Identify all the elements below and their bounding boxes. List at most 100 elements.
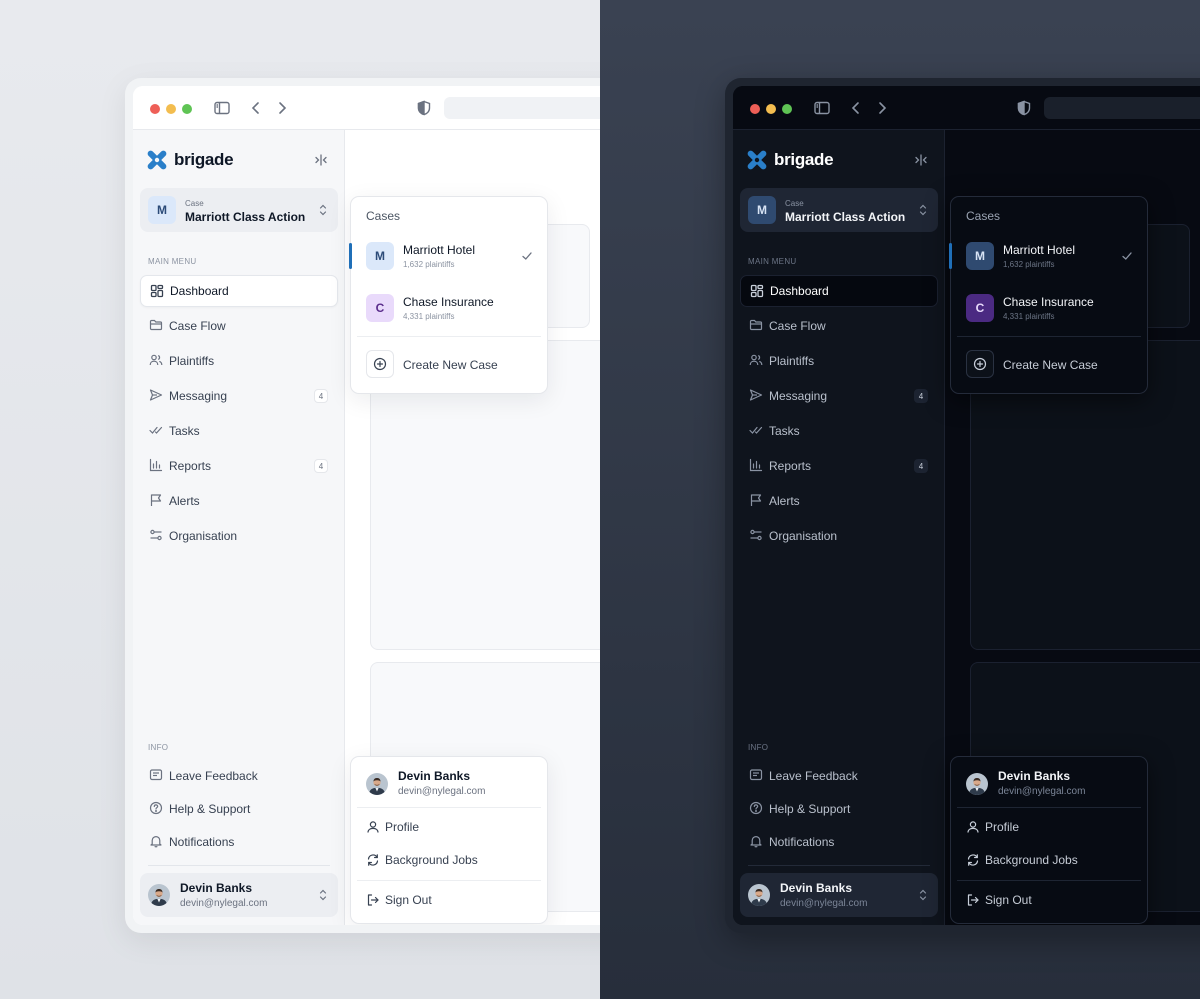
info-item-leave-feedback[interactable]: Leave Feedback xyxy=(740,760,938,792)
nav-item-messaging[interactable]: Messaging 4 xyxy=(140,380,338,412)
users-icon xyxy=(149,353,163,367)
case-option-count: 1,632 plaintiffs xyxy=(403,260,455,269)
case-option-chase-insurance[interactable]: C Chase Insurance 4,331 plaintiffs xyxy=(957,285,1143,331)
chevron-up-down-icon xyxy=(318,888,328,902)
check-icon xyxy=(1121,250,1133,262)
brand-logo[interactable]: brigade xyxy=(146,149,234,171)
refresh-icon xyxy=(966,853,980,867)
user-selector[interactable]: Devin Banks devin@nylegal.com xyxy=(140,873,338,917)
back-arrow-icon[interactable] xyxy=(847,99,865,117)
menu-item-label: Profile xyxy=(385,820,420,834)
sidebar: brigade M Case Marriott Class Action MAI… xyxy=(733,130,945,925)
minimize-window-button[interactable] xyxy=(766,104,776,114)
menu-item-sign-out[interactable]: Sign Out xyxy=(957,886,1143,914)
nav-label: Tasks xyxy=(169,424,200,438)
popover-divider xyxy=(357,807,541,808)
case-option-count: 1,632 plaintiffs xyxy=(1003,260,1055,269)
case-option-name: Marriott Hotel xyxy=(403,243,476,257)
menu-item-profile[interactable]: Profile xyxy=(957,813,1143,841)
nav-item-plaintiffs[interactable]: Plaintiffs xyxy=(740,345,938,377)
case-selector-label: Case xyxy=(785,199,804,208)
info-item-notifications[interactable]: Notifications xyxy=(140,826,338,858)
case-option-marriott-hotel[interactable]: M Marriott Hotel 1,632 plaintiffs xyxy=(357,233,543,279)
user-selector[interactable]: Devin Banks devin@nylegal.com xyxy=(740,873,938,917)
menu-item-label: Sign Out xyxy=(985,893,1032,907)
close-window-button[interactable] xyxy=(750,104,760,114)
user-menu-email: devin@nylegal.com xyxy=(998,786,1086,797)
collapse-sidebar-icon[interactable] xyxy=(913,152,929,168)
forward-arrow-icon[interactable] xyxy=(273,99,291,117)
nav-item-reports[interactable]: Reports 4 xyxy=(740,450,938,482)
menu-item-profile[interactable]: Profile xyxy=(357,813,543,841)
info-item-leave-feedback[interactable]: Leave Feedback xyxy=(140,760,338,792)
brand-logo[interactable]: brigade xyxy=(746,149,834,171)
menu-item-background-jobs[interactable]: Background Jobs xyxy=(357,846,543,874)
user-menu-popover: Devin Banks devin@nylegal.com Profile Ba… xyxy=(950,756,1148,924)
cases-popover-title: Cases xyxy=(966,209,1001,223)
address-bar[interactable] xyxy=(444,97,600,119)
info-item-help-support[interactable]: Help & Support xyxy=(140,793,338,825)
close-window-button[interactable] xyxy=(150,104,160,114)
case-selector[interactable]: M Case Marriott Class Action xyxy=(740,188,938,232)
nav-item-tasks[interactable]: Tasks xyxy=(140,415,338,447)
collapse-sidebar-icon[interactable] xyxy=(313,152,329,168)
shield-icon[interactable] xyxy=(1015,99,1033,117)
feedback-icon xyxy=(749,768,763,782)
send-icon xyxy=(149,388,163,402)
forward-arrow-icon[interactable] xyxy=(873,99,891,117)
case-selector[interactable]: M Case Marriott Class Action xyxy=(140,188,338,232)
case-option-count: 4,331 plaintiffs xyxy=(403,312,455,321)
sign-out-icon xyxy=(366,893,380,907)
sidebar-toggle-icon[interactable] xyxy=(213,99,231,117)
user-icon xyxy=(366,820,380,834)
sliders-icon xyxy=(749,528,763,542)
nav-label: Reports xyxy=(769,459,812,473)
brand-name: brigade xyxy=(774,150,834,169)
browser-window: brigade M Case Marriott Class Action MAI… xyxy=(733,86,1200,925)
nav-label: Dashboard xyxy=(770,284,829,298)
maximize-window-button[interactable] xyxy=(182,104,192,114)
reports-count-badge: 4 xyxy=(914,459,928,473)
nav-item-reports[interactable]: Reports 4 xyxy=(140,450,338,482)
refresh-icon xyxy=(366,853,380,867)
nav-item-organisation[interactable]: Organisation xyxy=(740,520,938,552)
popover-divider xyxy=(357,336,541,337)
nav-item-messaging[interactable]: Messaging 4 xyxy=(740,380,938,412)
nav-item-dashboard[interactable]: Dashboard xyxy=(140,275,338,307)
nav-item-case-flow[interactable]: Case Flow xyxy=(140,310,338,342)
folder-icon xyxy=(149,318,163,332)
create-new-case-button[interactable]: Create New Case xyxy=(957,345,1143,385)
nav-item-alerts[interactable]: Alerts xyxy=(140,485,338,517)
menu-item-sign-out[interactable]: Sign Out xyxy=(357,886,543,914)
menu-item-background-jobs[interactable]: Background Jobs xyxy=(957,846,1143,874)
nav-label: Help & Support xyxy=(169,802,251,816)
browser-window: brigade M Case Marriott Class Action MAI… xyxy=(133,86,600,925)
nav-item-organisation[interactable]: Organisation xyxy=(140,520,338,552)
sidebar-toggle-icon[interactable] xyxy=(813,99,831,117)
dashboard-icon xyxy=(150,284,164,298)
menu-item-label: Background Jobs xyxy=(985,853,1078,867)
info-heading: INFO xyxy=(148,743,169,752)
nav-item-dashboard[interactable]: Dashboard xyxy=(740,275,938,307)
bell-icon xyxy=(749,834,763,848)
nav-item-case-flow[interactable]: Case Flow xyxy=(740,310,938,342)
brigade-logo-icon xyxy=(146,149,168,171)
dashboard-icon xyxy=(750,284,764,298)
nav-item-plaintiffs[interactable]: Plaintiffs xyxy=(140,345,338,377)
case-option-marriott-hotel[interactable]: M Marriott Hotel 1,632 plaintiffs xyxy=(957,233,1143,279)
address-bar[interactable] xyxy=(1044,97,1200,119)
info-item-help-support[interactable]: Help & Support xyxy=(740,793,938,825)
info-item-notifications[interactable]: Notifications xyxy=(740,826,938,858)
nav-item-tasks[interactable]: Tasks xyxy=(740,415,938,447)
popover-divider xyxy=(957,807,1141,808)
user-menu-name: Devin Banks xyxy=(398,769,471,783)
maximize-window-button[interactable] xyxy=(782,104,792,114)
back-arrow-icon[interactable] xyxy=(247,99,265,117)
folder-icon xyxy=(749,318,763,332)
minimize-window-button[interactable] xyxy=(166,104,176,114)
nav-item-alerts[interactable]: Alerts xyxy=(740,485,938,517)
case-option-chase-insurance[interactable]: C Chase Insurance 4,331 plaintiffs xyxy=(357,285,543,331)
create-new-case-button[interactable]: Create New Case xyxy=(357,345,543,385)
user-menu-email: devin@nylegal.com xyxy=(398,786,486,797)
shield-icon[interactable] xyxy=(415,99,433,117)
